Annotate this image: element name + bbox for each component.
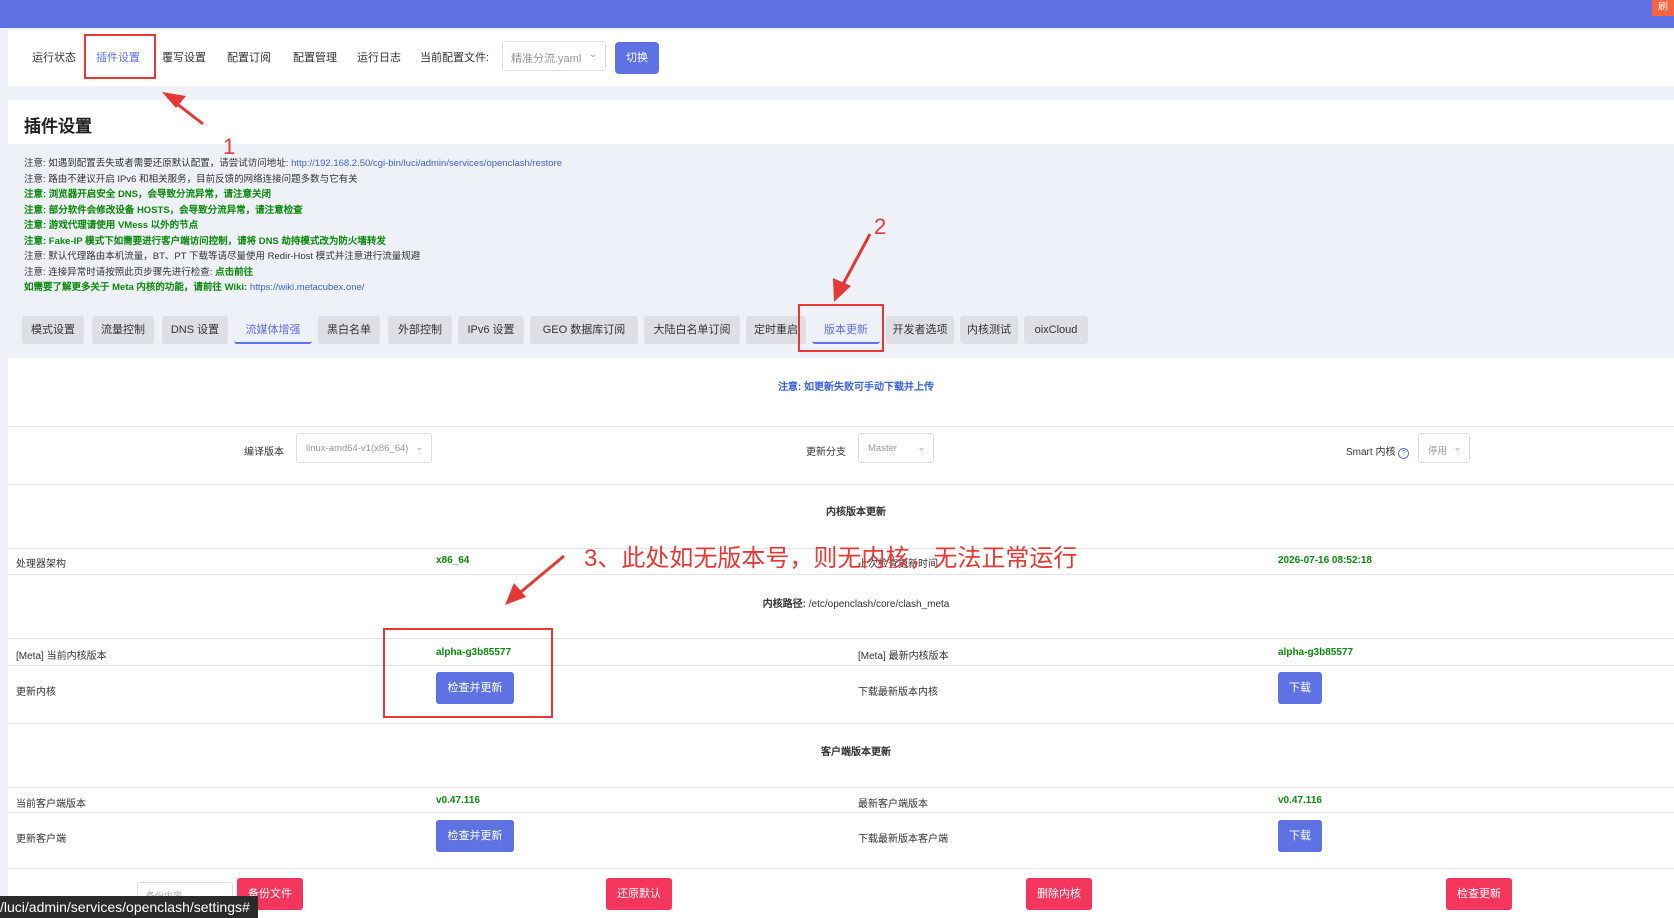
download-core-button[interactable]: 下载 xyxy=(1278,672,1322,704)
divider xyxy=(8,665,1674,666)
tab-traffic-control[interactable]: 流量控制 xyxy=(92,316,154,344)
switch-config-button[interactable]: 切换 xyxy=(615,42,659,74)
download-client-label: 下载最新版本客户端 xyxy=(858,834,948,845)
note-meta-wiki: 如需要了解更多关于 Meta 内核的功能，请前往 Wiki: https://w… xyxy=(24,282,365,293)
update-branch-select[interactable]: Master ⌄ xyxy=(858,433,934,463)
annotation-box-2 xyxy=(798,304,884,352)
wiki-link[interactable]: https://wiki.metacubex.one/ xyxy=(250,282,365,293)
config-file-select[interactable]: 精准分流.yaml ⌄ xyxy=(502,41,606,71)
update-core-label: 更新内核 xyxy=(16,687,56,698)
top-navigation: 运行状态 插件设置 覆写设置 配置订阅 配置管理 运行日志 当前配置文件: 精准… xyxy=(8,30,1674,86)
chevron-down-icon: ⌄ xyxy=(917,442,925,452)
nav-run-status[interactable]: 运行状态 xyxy=(32,49,76,65)
update-branch-label: 更新分支 xyxy=(806,447,846,458)
config-file-label: 当前配置文件: xyxy=(420,52,490,64)
smart-core-value: 停用 xyxy=(1428,446,1448,457)
divider xyxy=(8,638,1674,639)
top-header-bar: 刷 xyxy=(0,0,1674,28)
smart-core-select[interactable]: 停用 ⌄ xyxy=(1418,433,1470,463)
last-check-value: 2026-07-16 08:52:18 xyxy=(1278,555,1372,566)
tab-blacklist[interactable]: 黑白名单 xyxy=(318,316,380,344)
divider xyxy=(8,787,1674,788)
divider xyxy=(8,812,1674,813)
divider xyxy=(8,723,1674,724)
page-title: 插件设置 xyxy=(24,117,92,136)
smart-core-label: Smart 内核? xyxy=(1346,443,1410,459)
chevron-down-icon: ⌄ xyxy=(588,49,597,60)
nav-config-subscribe[interactable]: 配置订阅 xyxy=(227,49,271,65)
status-bar-url: /luci/admin/services/openclash/settings# xyxy=(0,896,258,918)
latest-client-label: 最新客户端版本 xyxy=(858,799,928,810)
tab-streaming[interactable]: 流媒体增强 xyxy=(234,316,312,344)
divider xyxy=(8,868,1674,869)
current-client-value: v0.47.116 xyxy=(436,795,480,806)
tab-oixcloud[interactable]: oixCloud xyxy=(1024,316,1088,344)
tab-mode-settings[interactable]: 模式设置 xyxy=(22,316,84,344)
config-file-value: 精准分流.yaml xyxy=(511,53,582,65)
note-hosts: 注意: 部分软件会修改设备 HOSTS，会导致分流异常，请注意检查 xyxy=(24,204,303,216)
tab-cn-whitelist[interactable]: 大陆白名单订阅 xyxy=(644,316,740,344)
update-notice: 注意: 如更新失败可手动下载并上传 xyxy=(777,382,935,393)
note-default-proxy: 注意: 默认代理路由本机流量，BT、PT 下载等请尽量使用 Redir-Host… xyxy=(24,251,421,262)
note-secure-dns: 注意: 浏览器开启安全 DNS，会导致分流异常，请注意关闭 xyxy=(24,189,272,200)
refresh-button[interactable]: 刷 xyxy=(1652,0,1674,16)
latest-core-label: [Meta] 最新内核版本 xyxy=(858,651,949,662)
current-core-label: [Meta] 当前内核版本 xyxy=(16,651,107,662)
annotation-text-3: 3、此处如无版本号，则无内核，无法正常运行 xyxy=(584,545,1078,572)
check-updates-button[interactable]: 检查更新 xyxy=(1446,878,1512,910)
note-restore: 注意: 如遇到配置丢失或者需要还原默认配置，请尝试访问地址: http://19… xyxy=(24,158,562,169)
divider xyxy=(8,426,1674,427)
info-icon[interactable]: ? xyxy=(1398,448,1410,459)
update-client-label: 更新客户端 xyxy=(16,834,66,845)
core-path: 内核路径: /etc/openclash/core/clash_meta xyxy=(762,599,950,610)
goto-link[interactable]: 点击前往 xyxy=(215,267,253,278)
restore-link[interactable]: http://192.168.2.50/cgi-bin/luci/admin/s… xyxy=(291,158,562,169)
annotation-box-1 xyxy=(84,34,156,79)
arch-label: 处理器架构 xyxy=(16,559,66,570)
delete-core-button[interactable]: 删除内核 xyxy=(1026,878,1092,910)
tab-ipv6[interactable]: IPv6 设置 xyxy=(458,316,524,344)
core-update-title: 内核版本更新 xyxy=(826,507,886,518)
tab-scheduled-restart[interactable]: 定时重启 xyxy=(746,316,806,344)
compile-version-select[interactable]: linux-amd64-v1(x86_64) ⌄ xyxy=(296,433,432,463)
divider xyxy=(8,484,1674,485)
download-client-button[interactable]: 下载 xyxy=(1278,820,1322,852)
annotation-box-3 xyxy=(383,628,553,718)
note-ipv6: 注意: 路由不建议开启 IPv6 和相关服务，目前反馈的网络连接问题多数与它有关 xyxy=(24,173,358,185)
nav-run-log[interactable]: 运行日志 xyxy=(357,49,401,65)
restore-default-button[interactable]: 还原默认 xyxy=(606,878,672,910)
annotation-number-1: 1 xyxy=(223,134,236,159)
update-branch-value: Master xyxy=(868,443,898,454)
client-update-title: 客户端版本更新 xyxy=(821,747,891,758)
latest-client-value: v0.47.116 xyxy=(1278,795,1322,806)
latest-core-value: alpha-g3b85577 xyxy=(1278,647,1354,658)
note-game-proxy: 注意: 游戏代理请使用 VMess 以外的节点 xyxy=(24,220,199,231)
annotation-number-2: 2 xyxy=(874,214,887,239)
compile-version-label: 编译版本 xyxy=(244,447,284,458)
page-title-card: 插件设置 xyxy=(8,100,1674,144)
nav-config-manage[interactable]: 配置管理 xyxy=(293,49,337,65)
tab-external-control[interactable]: 外部控制 xyxy=(388,316,452,344)
chevron-down-icon: ⌄ xyxy=(1453,442,1461,452)
chevron-down-icon: ⌄ xyxy=(415,442,423,452)
compile-version-value: linux-amd64-v1(x86_64) xyxy=(306,443,409,454)
current-client-label: 当前客户端版本 xyxy=(16,799,86,810)
note-connection: 注意: 连接异常时请按照此页步骤先进行检查: 点击前往 xyxy=(24,266,254,278)
check-update-client-button[interactable]: 检查并更新 xyxy=(436,820,514,852)
tab-dns-settings[interactable]: DNS 设置 xyxy=(162,316,228,344)
notes-list: 注意: 如遇到配置丢失或者需要还原默认配置，请尝试访问地址: http://19… xyxy=(24,156,1124,296)
note-fake-ip: 注意: Fake-IP 模式下如需要进行客户端访问控制，请将 DNS 劫持模式改… xyxy=(24,235,386,247)
tab-developer[interactable]: 开发者选项 xyxy=(886,316,954,344)
nav-override-settings[interactable]: 覆写设置 xyxy=(162,49,206,65)
divider xyxy=(8,574,1674,575)
arch-value: x86_64 xyxy=(436,555,470,566)
tab-geo-db[interactable]: GEO 数据库订阅 xyxy=(530,316,638,344)
tab-core-test[interactable]: 内核测试 xyxy=(960,316,1018,344)
download-core-label: 下载最新版本内核 xyxy=(858,687,938,698)
